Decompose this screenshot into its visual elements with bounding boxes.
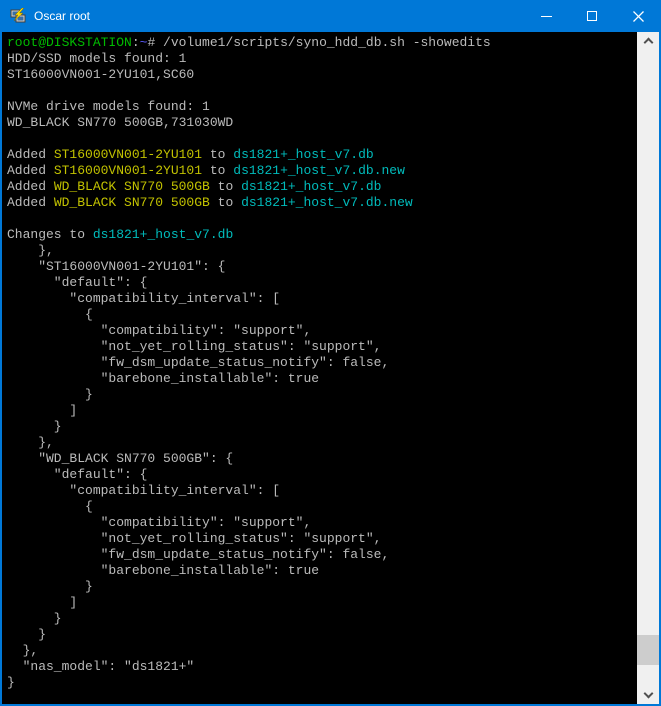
terminal-line: root@DISKSTATION:~# /volume1/scripts/syn… — [7, 35, 637, 51]
terminal-line: } — [7, 675, 637, 691]
terminal-line: Changes to ds1821+_host_v7.db — [7, 227, 637, 243]
scrollbar-thumb[interactable] — [637, 635, 659, 665]
terminal-line: Added ST16000VN001-2YU101 to ds1821+_hos… — [7, 147, 637, 163]
chevron-down-icon — [643, 689, 653, 699]
terminal-line: "compatibility_interval": [ — [7, 291, 637, 307]
terminal-line: } — [7, 579, 637, 595]
terminal-line: "fw_dsm_update_status_notify": false, — [7, 355, 637, 371]
terminal-line: "not_yet_rolling_status": "support", — [7, 339, 637, 355]
terminal-line: "nas_model": "ds1821+" — [7, 659, 637, 675]
terminal-line: }, — [7, 643, 637, 659]
terminal-line: "fw_dsm_update_status_notify": false, — [7, 547, 637, 563]
terminal-line — [7, 83, 637, 99]
terminal-line: "default": { — [7, 467, 637, 483]
terminal-line: } — [7, 627, 637, 643]
scrollbar-down-button[interactable] — [637, 687, 659, 704]
terminal-line: }, — [7, 243, 637, 259]
minimize-icon — [541, 16, 552, 17]
terminal-line: "compatibility_interval": [ — [7, 483, 637, 499]
terminal-line: "not_yet_rolling_status": "support", — [7, 531, 637, 547]
putty-window: Oscar root root@DISKSTATION:~# /volume1/… — [0, 0, 661, 706]
terminal-line: "compatibility": "support", — [7, 515, 637, 531]
minimize-button[interactable] — [523, 0, 569, 32]
close-icon — [633, 11, 644, 22]
terminal-line: Added WD_BLACK SN770 500GB to ds1821+_ho… — [7, 195, 637, 211]
terminal-line: } — [7, 387, 637, 403]
terminal-line: }, — [7, 435, 637, 451]
maximize-button[interactable] — [569, 0, 615, 32]
window-controls — [523, 0, 661, 32]
terminal-line: ] — [7, 403, 637, 419]
scrollbar-up-button[interactable] — [637, 32, 659, 49]
terminal-lines: root@DISKSTATION:~# /volume1/scripts/syn… — [7, 35, 637, 691]
terminal-line: "WD_BLACK SN770 500GB": { — [7, 451, 637, 467]
terminal-line — [7, 211, 637, 227]
terminal-line: } — [7, 419, 637, 435]
terminal-line: ] — [7, 595, 637, 611]
terminal-line: { — [7, 307, 637, 323]
terminal-line: Added ST16000VN001-2YU101 to ds1821+_hos… — [7, 163, 637, 179]
terminal-screen[interactable]: root@DISKSTATION:~# /volume1/scripts/syn… — [2, 32, 637, 704]
terminal-line: "barebone_installable": true — [7, 563, 637, 579]
putty-app-icon — [10, 8, 26, 24]
title-bar[interactable]: Oscar root — [0, 0, 661, 32]
maximize-icon — [587, 11, 597, 21]
terminal-line: "default": { — [7, 275, 637, 291]
window-body: root@DISKSTATION:~# /volume1/scripts/syn… — [0, 32, 661, 706]
terminal-line: Added WD_BLACK SN770 500GB to ds1821+_ho… — [7, 179, 637, 195]
scrollbar[interactable] — [637, 32, 659, 704]
terminal-line: NVMe drive models found: 1 — [7, 99, 637, 115]
terminal-line: HDD/SSD models found: 1 — [7, 51, 637, 67]
terminal-line: { — [7, 499, 637, 515]
terminal-line: } — [7, 611, 637, 627]
terminal-line: WD_BLACK SN770 500GB,731030WD — [7, 115, 637, 131]
terminal-line: "barebone_installable": true — [7, 371, 637, 387]
terminal-line — [7, 131, 637, 147]
chevron-up-icon — [643, 38, 653, 48]
terminal-line: "ST16000VN001-2YU101": { — [7, 259, 637, 275]
terminal-line: "compatibility": "support", — [7, 323, 637, 339]
window-title: Oscar root — [34, 9, 523, 23]
close-button[interactable] — [615, 0, 661, 32]
terminal-line: ST16000VN001-2YU101,SC60 — [7, 67, 637, 83]
